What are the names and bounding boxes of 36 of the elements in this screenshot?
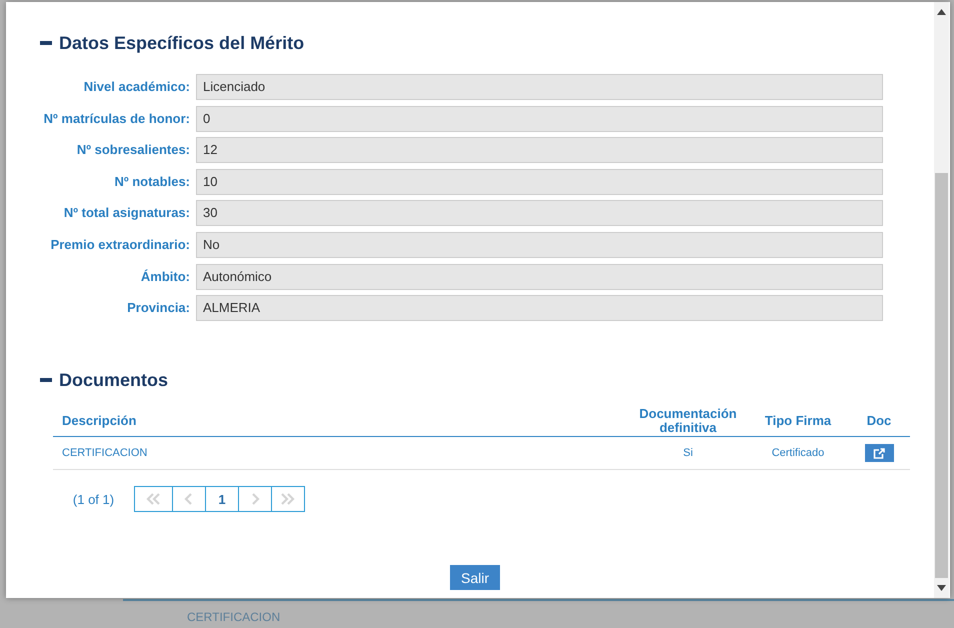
table-cell-text: Certificado [770,447,826,460]
column-header: Doc [866,414,892,428]
field-label: Nivel académico: [82,78,190,96]
field-label: Premio extraordinario: [50,236,190,254]
input-field[interactable]: 30 [196,200,883,226]
input-field[interactable]: 10 [196,168,883,195]
exit-button[interactable]: Salir [450,565,500,590]
input-field[interactable]: ALMERIA [196,295,883,322]
external-link-icon [873,448,885,459]
field-label: Provincia: [126,299,190,318]
page-summary: (1 of 1) [72,492,116,507]
background-text: CERTIFICACION [187,610,282,624]
input-field[interactable]: 0 [196,106,883,132]
scroll-up-icon [937,9,946,15]
field-label: Nº total asignaturas: [62,204,190,222]
scrollbar-thumb[interactable] [935,173,948,578]
input-field[interactable]: 12 [196,137,883,164]
field-label: Nº notables: [113,172,190,191]
input-field[interactable]: No [196,232,883,258]
field-label: Nº matrículas de honor: [42,110,190,128]
field-label: Nº sobresalientes: [76,141,190,160]
input-field[interactable]: Autonómico [196,264,883,290]
open-document-button[interactable] [864,444,894,462]
column-header: Descripción [61,414,138,428]
input-field[interactable]: Licenciado [196,74,883,100]
scrollbar[interactable] [934,2,949,598]
section-title[interactable]: Documentos [59,370,168,391]
field-label: Ámbito: [140,268,190,286]
section-title[interactable]: Datos Específicos del Mérito [59,32,304,54]
column-header: Tipo Firma [764,414,832,428]
column-header: Documentación definitiva [638,407,738,436]
chevron-icon [280,491,296,508]
table-cell-text: CERTIFICACION [61,447,148,460]
scroll-down-icon [937,585,946,591]
chevron-icon [145,491,162,508]
table-cell-text: Si [682,447,694,460]
